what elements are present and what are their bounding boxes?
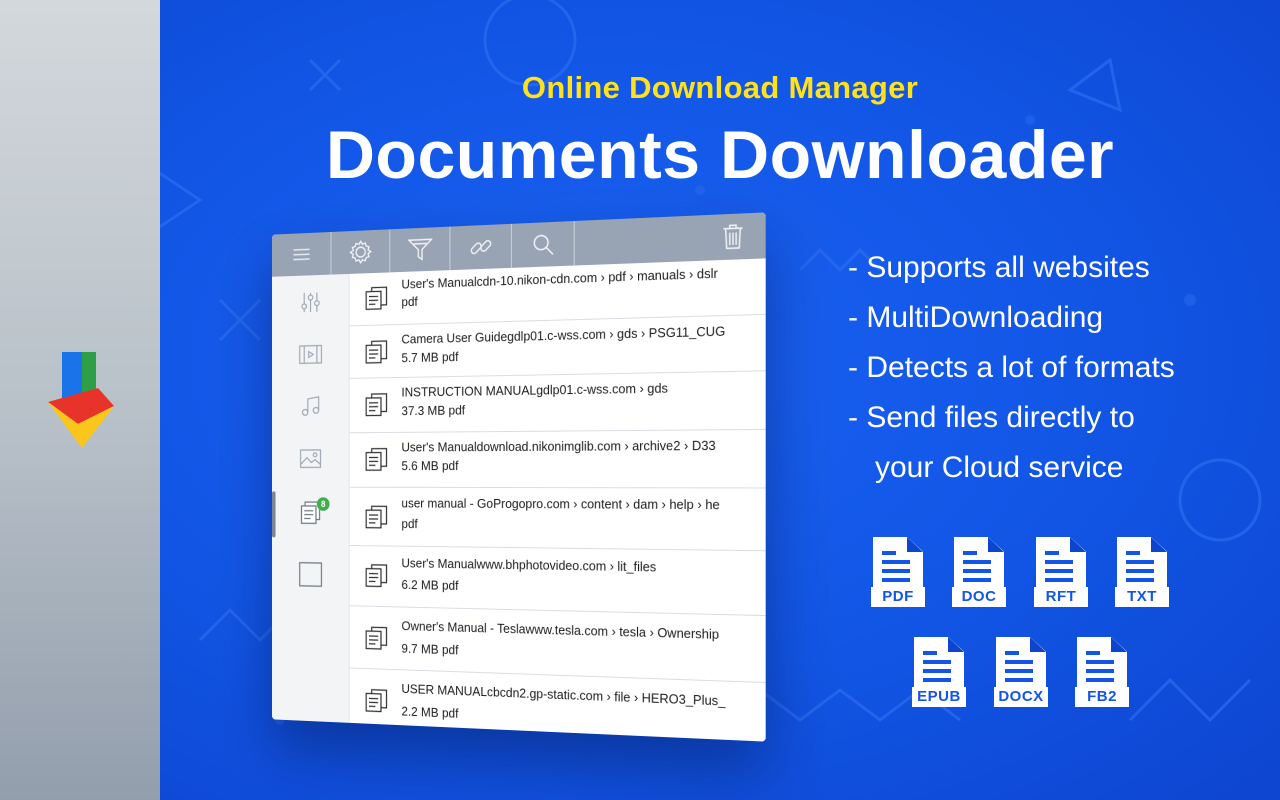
download-title: User's Manualcdn-10.nikon-cdn.com › pdf …: [401, 266, 718, 292]
music-icon: [301, 396, 321, 417]
download-size: 5.7 MB pdf: [401, 350, 459, 366]
settings-button[interactable]: [331, 229, 391, 275]
download-row[interactable]: Camera User Guidegdlp01.c-wss.com › gds …: [349, 314, 766, 379]
filter-button[interactable]: [390, 226, 451, 273]
format-label: RFT: [1034, 587, 1088, 607]
download-size: 2.2 MB pdf: [401, 704, 459, 721]
format-label: PDF: [871, 587, 925, 607]
doc-format-icon: DOC: [952, 537, 1006, 609]
download-size: 6.2 MB pdf: [401, 578, 459, 593]
document-icon: [364, 286, 388, 310]
fb2-format-icon: FB2: [1075, 637, 1129, 709]
category-sidebar: 8: [271, 273, 350, 723]
format-label: DOC: [952, 587, 1006, 607]
documents-count-badge: 8: [316, 497, 330, 511]
docx-format-icon: DOCX: [994, 637, 1048, 709]
trash-icon: [722, 224, 743, 250]
feature-list: - Supports all websites - MultiDownloadi…: [848, 248, 1268, 498]
download-size: 5.6 MB pdf: [401, 459, 459, 474]
document-icon: [364, 448, 388, 472]
epub-format-icon: EPUB: [912, 637, 966, 709]
rft-format-icon: RFT: [1034, 537, 1088, 609]
document-icon: [364, 393, 388, 417]
app-window: 8 User's Manualcdn-10.nikon-cdn.com › pd…: [271, 212, 766, 742]
download-size: pdf: [401, 517, 418, 532]
menu-button[interactable]: [271, 231, 332, 277]
sidebar-item-video[interactable]: [272, 334, 350, 374]
video-icon: [299, 345, 322, 365]
download-row[interactable]: INSTRUCTION MANUALgdlp01.c-wss.com › gds…: [349, 371, 766, 434]
feature-item: - Send files directly to: [848, 401, 1135, 434]
download-row[interactable]: User's Manualwww.bhphotovideo.com › lit_…: [349, 545, 766, 617]
app-logo-icon: [48, 352, 114, 448]
feature-item: - Detects a lot of formats: [848, 351, 1175, 384]
image-icon: [300, 449, 322, 468]
download-row[interactable]: User's Manualdownload.nikonimglib.com › …: [349, 429, 766, 489]
download-row[interactable]: user manual - GoProgopro.com › content ›…: [349, 487, 766, 552]
app-window-wrapper: 8 User's Manualcdn-10.nikon-cdn.com › pd…: [230, 212, 790, 742]
blank-square-icon: [299, 562, 322, 588]
document-icon: [364, 626, 388, 650]
format-label: TXT: [1115, 587, 1169, 607]
delete-button[interactable]: [701, 212, 766, 260]
equalizer-icon: [301, 291, 321, 313]
download-title: INSTRUCTION MANUALgdlp01.c-wss.com › gds: [401, 381, 668, 400]
download-size: 37.3 MB pdf: [401, 403, 466, 419]
feature-item: your Cloud service: [875, 451, 1124, 484]
sidebar-item-other[interactable]: [272, 555, 350, 595]
pdf-format-icon: PDF: [871, 537, 925, 609]
download-title: Camera User Guidegdlp01.c-wss.com › gds …: [401, 324, 726, 347]
format-label: DOCX: [994, 687, 1048, 707]
download-title: User's Manualdownload.nikonimglib.com › …: [401, 438, 716, 455]
download-title: USER MANUALcbcdn2.gp-static.com › file ›…: [401, 682, 726, 709]
link-button[interactable]: [450, 223, 512, 271]
sidebar-item-music[interactable]: [272, 387, 350, 427]
sidebar-item-images[interactable]: [272, 439, 350, 478]
page-title: Documents Downloader: [325, 117, 1115, 193]
sidebar-item-equalizer[interactable]: [272, 282, 350, 323]
download-title: user manual - GoProgopro.com › content ›…: [401, 496, 720, 513]
link-icon: [468, 234, 493, 261]
search-icon: [531, 232, 555, 257]
download-size: 9.7 MB pdf: [401, 641, 459, 658]
filter-icon: [408, 237, 432, 262]
format-label: FB2: [1075, 687, 1129, 707]
download-size: pdf: [401, 294, 418, 310]
download-list: User's Manualcdn-10.nikon-cdn.com › pdf …: [349, 258, 766, 742]
search-button[interactable]: [511, 220, 575, 268]
subtitle: Online Download Manager: [521, 70, 919, 105]
document-icon: [364, 688, 388, 712]
format-label: EPUB: [912, 687, 966, 707]
document-icon: [364, 564, 388, 588]
document-icon: [364, 340, 388, 364]
sidebar-item-documents[interactable]: 8: [272, 493, 350, 532]
gear-icon: [348, 239, 372, 265]
txt-format-icon: TXT: [1115, 537, 1169, 609]
menu-icon: [293, 247, 309, 261]
download-title: User's Manualwww.bhphotovideo.com › lit_…: [401, 556, 657, 575]
feature-item: - MultiDownloading: [848, 301, 1104, 334]
feature-item: - Supports all websites: [848, 251, 1150, 284]
download-title: Owner's Manual - Teslawww.tesla.com › te…: [401, 619, 720, 642]
document-icon: [364, 505, 388, 529]
